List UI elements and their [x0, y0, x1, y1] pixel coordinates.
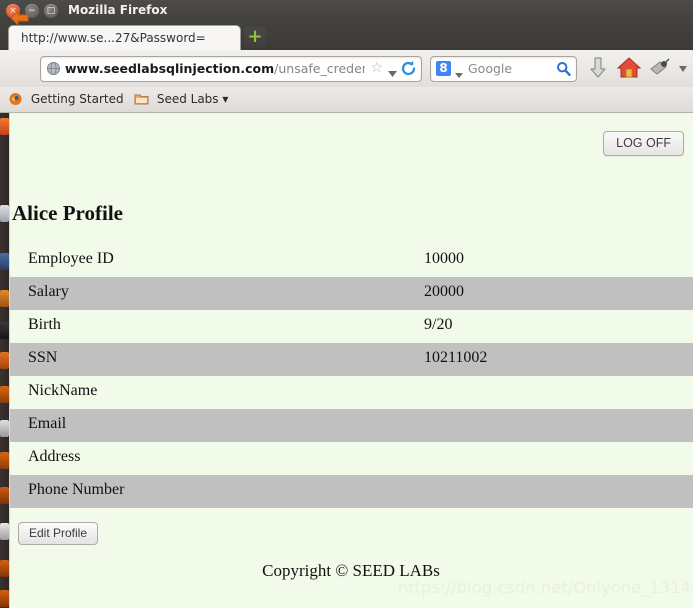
browser-tab-label: http://www.se...27&Password= [21, 31, 206, 45]
bookmark-star-icon[interactable]: ☆ [370, 60, 383, 76]
table-row: NickName [10, 376, 693, 409]
row-label: Email [28, 415, 67, 432]
window-titlebar: × − □ Mozilla Firefox [0, 0, 693, 23]
table-row: SSN 10211002 [10, 343, 693, 376]
row-label: Birth [28, 316, 61, 333]
pocket-button[interactable] [648, 56, 670, 80]
search-input[interactable]: Google [468, 61, 512, 76]
watermark-text: https://blog.csdn.net/Onlyone_1314 [397, 578, 691, 597]
home-icon [616, 57, 642, 78]
toolbar-overflow-button[interactable] [676, 56, 690, 80]
firefox-icon [8, 92, 23, 106]
bookmark-seed-labs[interactable]: Seed Labs ▾ [134, 90, 228, 109]
edit-profile-button[interactable]: Edit Profile [18, 522, 99, 545]
table-row: Email [10, 409, 693, 442]
google-engine-icon[interactable]: 8 [436, 61, 451, 76]
bookmarks-toolbar: Getting Started Seed Labs ▾ [0, 87, 693, 113]
log-off-button[interactable]: LOG OFF [603, 131, 684, 156]
bookmark-label: Getting Started [30, 92, 124, 106]
search-magnifier-icon[interactable] [556, 61, 571, 77]
back-arrow-icon [10, 10, 29, 26]
row-label: Employee ID [28, 250, 114, 267]
row-value: 10211002 [424, 349, 488, 366]
url-text: www.seedlabsqlinjection.com/unsafe_crede… [65, 61, 365, 76]
page-content: LOG OFF Alice Profile Employee ID 10000 … [9, 113, 693, 608]
bookmark-label: Seed Labs ▾ [156, 92, 229, 106]
firefox-window: × − □ Mozilla Firefox http://www.se...27… [0, 0, 693, 608]
table-row: Employee ID 10000 [10, 244, 693, 277]
profile-table: Employee ID 10000 Salary 20000 Birth 9/2… [10, 244, 693, 508]
row-label: Salary [28, 283, 69, 300]
window-title: Mozilla Firefox [68, 3, 168, 17]
window-maximize-button[interactable]: □ [44, 4, 58, 18]
download-arrow-icon [590, 57, 606, 78]
row-value: 20000 [424, 283, 464, 300]
browser-tab-active[interactable]: http://www.se...27&Password= [8, 25, 241, 51]
table-row: Phone Number [10, 475, 693, 508]
downloads-button[interactable] [586, 56, 610, 80]
table-row: Address [10, 442, 693, 475]
search-engine-dropdown-icon[interactable] [455, 65, 463, 83]
row-label: SSN [28, 349, 58, 366]
chevron-down-icon [679, 66, 687, 72]
row-label: Phone Number [28, 481, 125, 498]
row-label: NickName [28, 382, 98, 399]
new-tab-button[interactable]: + [244, 27, 266, 48]
bookmark-getting-started[interactable]: Getting Started [8, 90, 124, 109]
url-bar[interactable]: www.seedlabsqlinjection.com/unsafe_crede… [40, 56, 422, 82]
url-dropdown-icon[interactable] [388, 64, 397, 82]
page-title: Alice Profile [12, 201, 123, 225]
reload-button[interactable] [400, 60, 417, 77]
reload-icon [401, 60, 416, 76]
row-value: 10000 [424, 250, 464, 267]
tab-strip: http://www.se...27&Password= + [0, 22, 693, 51]
home-button[interactable] [616, 56, 642, 80]
row-value: 9/20 [424, 316, 453, 333]
row-label: Address [28, 448, 81, 465]
table-row: Salary 20000 [10, 277, 693, 310]
back-button[interactable] [8, 7, 32, 29]
plus-icon: + [247, 26, 263, 47]
pocket-icon [650, 58, 670, 75]
globe-icon [46, 61, 61, 76]
table-row: Birth 9/20 [10, 310, 693, 343]
folder-icon [134, 92, 149, 106]
search-bar[interactable]: 8 Google [430, 56, 577, 82]
